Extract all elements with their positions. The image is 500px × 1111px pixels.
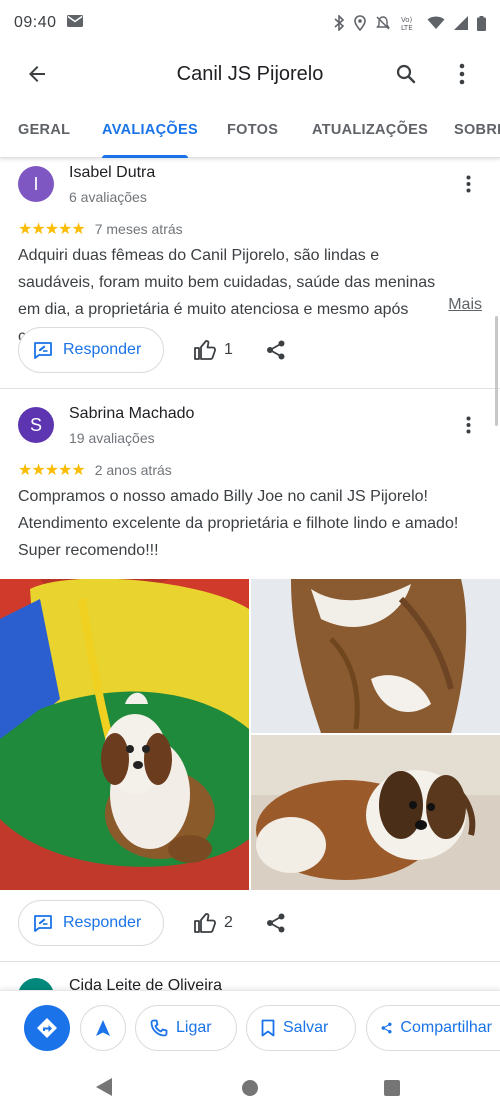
review-photo-dog-back[interactable] [251, 579, 500, 733]
thumb-up-icon [194, 340, 216, 360]
tab-geral[interactable]: GERAL [18, 104, 70, 158]
more-options-button[interactable] [438, 50, 486, 98]
star-rating: ★★★★★ [18, 462, 86, 479]
save-label: Salvar [283, 1019, 329, 1036]
more-vert-icon [459, 63, 465, 85]
share-label: Compartilhar [400, 1019, 492, 1036]
review-photo-dog-lying[interactable] [251, 735, 500, 890]
tab-atualizacoes[interactable]: ATUALIZAÇÕES [312, 104, 428, 158]
location-icon [354, 15, 366, 31]
share-button[interactable] [264, 900, 288, 946]
review-options-button[interactable] [452, 168, 484, 200]
battery-icon [477, 15, 486, 31]
mail-icon [66, 14, 83, 32]
bookmark-icon [261, 1019, 275, 1037]
reviewer-name[interactable]: Cida Leite de Oliveira [69, 977, 222, 990]
start-navigation-button[interactable] [80, 1005, 126, 1051]
save-button[interactable]: Salvar [246, 1005, 356, 1051]
volte-icon: Vo) LTE [400, 15, 418, 31]
mute-icon [375, 15, 391, 31]
review-photo-dog-in-tunnel[interactable] [0, 579, 249, 890]
active-tab-indicator [102, 155, 188, 158]
system-back-button[interactable] [96, 1078, 112, 1101]
triangle-back-icon [96, 1078, 112, 1096]
avatar[interactable]: S [18, 407, 54, 443]
rating-row: ★★★★★ 7 meses atrás [18, 219, 183, 239]
status-time: 09:40 [14, 14, 57, 31]
like-button[interactable]: 2 [194, 900, 233, 946]
arrow-back-icon [29, 66, 45, 82]
reply-label: Responder [63, 341, 142, 358]
share-icon [267, 913, 285, 933]
like-count: 1 [224, 341, 233, 358]
place-action-bar: Ligar Salvar Compartilhar [0, 990, 500, 1064]
reply-icon [34, 342, 52, 359]
reviewer-review-count: 6 avaliações [69, 189, 147, 205]
review-text: Compramos o nosso amado Billy Joe no can… [18, 488, 459, 559]
star-rating: ★★★★★ [18, 221, 86, 238]
more-vert-icon [466, 416, 470, 434]
like-button[interactable]: 1 [194, 327, 233, 373]
reviewer-name[interactable]: Sabrina Machado [69, 405, 194, 423]
directions-icon [37, 1018, 57, 1038]
avatar[interactable]: I [18, 166, 54, 202]
reviewer-review-count: 19 avaliações [69, 430, 155, 446]
review-card: I Isabel Dutra 6 avaliações ★★★★★ 7 mese… [0, 158, 500, 388]
search-button[interactable] [382, 50, 430, 98]
back-button[interactable] [13, 50, 61, 98]
review-time: 2 anos atrás [94, 462, 172, 478]
share-icon [381, 1022, 392, 1034]
divider [0, 961, 500, 962]
signal-icon [454, 16, 468, 30]
scrollbar[interactable] [495, 316, 498, 426]
tab-fotos[interactable]: FOTOS [227, 104, 278, 158]
share-place-button[interactable]: Compartilhar [366, 1005, 500, 1051]
directions-button[interactable] [24, 1005, 70, 1051]
review-options-button[interactable] [452, 409, 484, 441]
tab-avaliacoes[interactable]: AVALIAÇÕES [102, 104, 198, 158]
system-nav-bar [0, 1064, 500, 1111]
thumb-up-icon [194, 913, 216, 933]
more-vert-icon [466, 175, 470, 193]
navigation-arrow-icon [96, 1020, 110, 1036]
status-bar: 09:40 Vo) LTE [0, 0, 500, 46]
bluetooth-icon [333, 15, 345, 31]
share-button[interactable] [264, 327, 288, 373]
reviewer-name[interactable]: Isabel Dutra [69, 164, 155, 182]
reviews-list: I Isabel Dutra 6 avaliações ★★★★★ 7 mese… [0, 158, 500, 990]
wifi-icon [427, 16, 445, 30]
phone-icon [150, 1019, 168, 1037]
reply-icon [34, 915, 52, 932]
system-home-button[interactable] [242, 1080, 258, 1096]
rating-row: ★★★★★ 2 anos atrás [18, 460, 172, 480]
like-count: 2 [224, 914, 233, 931]
share-icon [267, 340, 285, 360]
reply-label: Responder [63, 914, 142, 931]
reply-button[interactable]: Responder [18, 900, 164, 946]
call-label: Ligar [176, 1019, 212, 1036]
svg-text:Vo): Vo) [401, 16, 413, 24]
app-bar: Canil JS Pijorelo [0, 46, 500, 102]
more-link[interactable]: Mais [448, 296, 482, 314]
tab-sobre[interactable]: SOBRE [454, 104, 500, 158]
review-time: 7 meses atrás [94, 221, 183, 237]
tab-bar: GERAL AVALIAÇÕES FOTOS ATUALIZAÇÕES SOBR… [0, 104, 500, 158]
reply-button[interactable]: Responder [18, 327, 164, 373]
svg-text:LTE: LTE [401, 24, 413, 31]
search-icon [396, 64, 416, 84]
call-button[interactable]: Ligar [135, 1005, 237, 1051]
system-recents-button[interactable] [384, 1080, 400, 1096]
